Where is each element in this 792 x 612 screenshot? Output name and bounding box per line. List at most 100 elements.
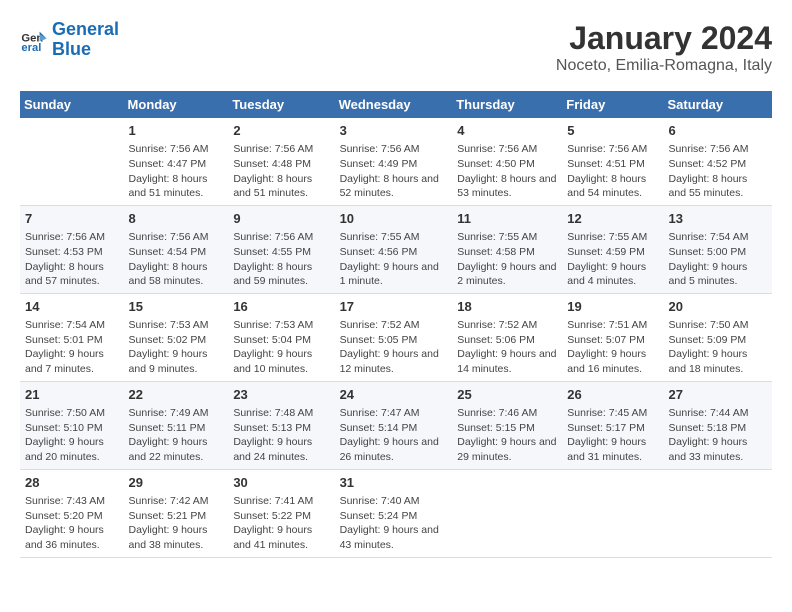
week-row-2: 14 Sunrise: 7:54 AMSunset: 5:01 PMDaylig… bbox=[20, 293, 772, 381]
week-row-0: 1 Sunrise: 7:56 AMSunset: 4:47 PMDayligh… bbox=[20, 118, 772, 205]
calendar-table: Sunday Monday Tuesday Wednesday Thursday… bbox=[20, 91, 772, 558]
day-number: 9 bbox=[233, 210, 329, 228]
cell-w1-d1: 8 Sunrise: 7:56 AMSunset: 4:54 PMDayligh… bbox=[124, 205, 229, 293]
day-number: 29 bbox=[129, 474, 224, 492]
col-friday: Friday bbox=[562, 91, 663, 118]
logo-icon: Gen eral bbox=[20, 26, 48, 54]
day-number: 25 bbox=[457, 386, 557, 404]
cell-w2-d2: 16 Sunrise: 7:53 AMSunset: 5:04 PMDaylig… bbox=[228, 293, 334, 381]
day-number: 27 bbox=[669, 386, 767, 404]
day-number: 14 bbox=[25, 298, 119, 316]
day-number: 7 bbox=[25, 210, 119, 228]
day-info: Sunrise: 7:47 AMSunset: 5:14 PMDaylight:… bbox=[340, 406, 448, 465]
day-info: Sunrise: 7:55 AMSunset: 4:58 PMDaylight:… bbox=[457, 230, 557, 289]
day-info: Sunrise: 7:42 AMSunset: 5:21 PMDaylight:… bbox=[129, 494, 224, 553]
cell-w1-d3: 10 Sunrise: 7:55 AMSunset: 4:56 PMDaylig… bbox=[335, 205, 453, 293]
cell-w3-d4: 25 Sunrise: 7:46 AMSunset: 5:15 PMDaylig… bbox=[452, 381, 562, 469]
week-row-1: 7 Sunrise: 7:56 AMSunset: 4:53 PMDayligh… bbox=[20, 205, 772, 293]
day-info: Sunrise: 7:55 AMSunset: 4:59 PMDaylight:… bbox=[567, 230, 658, 289]
day-info: Sunrise: 7:54 AMSunset: 5:01 PMDaylight:… bbox=[25, 318, 119, 377]
col-saturday: Saturday bbox=[664, 91, 772, 118]
cell-w1-d0: 7 Sunrise: 7:56 AMSunset: 4:53 PMDayligh… bbox=[20, 205, 124, 293]
cell-w0-d5: 5 Sunrise: 7:56 AMSunset: 4:51 PMDayligh… bbox=[562, 118, 663, 205]
title-block: January 2024 Noceto, Emilia-Romagna, Ita… bbox=[556, 20, 772, 75]
cell-w0-d6: 6 Sunrise: 7:56 AMSunset: 4:52 PMDayligh… bbox=[664, 118, 772, 205]
week-row-3: 21 Sunrise: 7:50 AMSunset: 5:10 PMDaylig… bbox=[20, 381, 772, 469]
header-row: Sunday Monday Tuesday Wednesday Thursday… bbox=[20, 91, 772, 118]
day-number: 18 bbox=[457, 298, 557, 316]
day-number: 5 bbox=[567, 122, 658, 140]
day-info: Sunrise: 7:40 AMSunset: 5:24 PMDaylight:… bbox=[340, 494, 448, 553]
day-info: Sunrise: 7:56 AMSunset: 4:54 PMDaylight:… bbox=[129, 230, 224, 289]
day-number: 12 bbox=[567, 210, 658, 228]
cell-w1-d2: 9 Sunrise: 7:56 AMSunset: 4:55 PMDayligh… bbox=[228, 205, 334, 293]
cell-w3-d5: 26 Sunrise: 7:45 AMSunset: 5:17 PMDaylig… bbox=[562, 381, 663, 469]
day-info: Sunrise: 7:52 AMSunset: 5:05 PMDaylight:… bbox=[340, 318, 448, 377]
cell-w2-d6: 20 Sunrise: 7:50 AMSunset: 5:09 PMDaylig… bbox=[664, 293, 772, 381]
day-number: 15 bbox=[129, 298, 224, 316]
col-monday: Monday bbox=[124, 91, 229, 118]
page-header: Gen eral General Blue January 2024 Nocet… bbox=[20, 20, 772, 75]
col-tuesday: Tuesday bbox=[228, 91, 334, 118]
cell-w2-d5: 19 Sunrise: 7:51 AMSunset: 5:07 PMDaylig… bbox=[562, 293, 663, 381]
day-number: 13 bbox=[669, 210, 767, 228]
day-info: Sunrise: 7:49 AMSunset: 5:11 PMDaylight:… bbox=[129, 406, 224, 465]
day-info: Sunrise: 7:55 AMSunset: 4:56 PMDaylight:… bbox=[340, 230, 448, 289]
cell-w4-d5 bbox=[562, 469, 663, 557]
logo-general: General bbox=[52, 19, 119, 39]
day-info: Sunrise: 7:56 AMSunset: 4:51 PMDaylight:… bbox=[567, 142, 658, 201]
cell-w4-d3: 31 Sunrise: 7:40 AMSunset: 5:24 PMDaylig… bbox=[335, 469, 453, 557]
cell-w0-d0 bbox=[20, 118, 124, 205]
cell-w2-d1: 15 Sunrise: 7:53 AMSunset: 5:02 PMDaylig… bbox=[124, 293, 229, 381]
cell-w4-d2: 30 Sunrise: 7:41 AMSunset: 5:22 PMDaylig… bbox=[228, 469, 334, 557]
col-wednesday: Wednesday bbox=[335, 91, 453, 118]
cell-w3-d0: 21 Sunrise: 7:50 AMSunset: 5:10 PMDaylig… bbox=[20, 381, 124, 469]
subtitle: Noceto, Emilia-Romagna, Italy bbox=[556, 57, 772, 75]
cell-w4-d6 bbox=[664, 469, 772, 557]
day-number: 17 bbox=[340, 298, 448, 316]
day-info: Sunrise: 7:48 AMSunset: 5:13 PMDaylight:… bbox=[233, 406, 329, 465]
day-info: Sunrise: 7:44 AMSunset: 5:18 PMDaylight:… bbox=[669, 406, 767, 465]
cell-w4-d1: 29 Sunrise: 7:42 AMSunset: 5:21 PMDaylig… bbox=[124, 469, 229, 557]
svg-text:eral: eral bbox=[21, 42, 41, 54]
day-info: Sunrise: 7:56 AMSunset: 4:55 PMDaylight:… bbox=[233, 230, 329, 289]
day-number: 23 bbox=[233, 386, 329, 404]
cell-w0-d1: 1 Sunrise: 7:56 AMSunset: 4:47 PMDayligh… bbox=[124, 118, 229, 205]
day-info: Sunrise: 7:56 AMSunset: 4:47 PMDaylight:… bbox=[129, 142, 224, 201]
cell-w3-d2: 23 Sunrise: 7:48 AMSunset: 5:13 PMDaylig… bbox=[228, 381, 334, 469]
day-number: 28 bbox=[25, 474, 119, 492]
logo-text: General Blue bbox=[52, 20, 119, 60]
cell-w4-d4 bbox=[452, 469, 562, 557]
day-number: 6 bbox=[669, 122, 767, 140]
day-number: 30 bbox=[233, 474, 329, 492]
day-number: 19 bbox=[567, 298, 658, 316]
day-number: 11 bbox=[457, 210, 557, 228]
day-info: Sunrise: 7:46 AMSunset: 5:15 PMDaylight:… bbox=[457, 406, 557, 465]
day-info: Sunrise: 7:51 AMSunset: 5:07 PMDaylight:… bbox=[567, 318, 658, 377]
cell-w2-d0: 14 Sunrise: 7:54 AMSunset: 5:01 PMDaylig… bbox=[20, 293, 124, 381]
day-number: 20 bbox=[669, 298, 767, 316]
day-info: Sunrise: 7:50 AMSunset: 5:10 PMDaylight:… bbox=[25, 406, 119, 465]
day-number: 1 bbox=[129, 122, 224, 140]
day-info: Sunrise: 7:53 AMSunset: 5:02 PMDaylight:… bbox=[129, 318, 224, 377]
day-number: 16 bbox=[233, 298, 329, 316]
logo-blue: Blue bbox=[52, 39, 91, 59]
day-number: 8 bbox=[129, 210, 224, 228]
day-number: 10 bbox=[340, 210, 448, 228]
day-info: Sunrise: 7:56 AMSunset: 4:50 PMDaylight:… bbox=[457, 142, 557, 201]
cell-w1-d6: 13 Sunrise: 7:54 AMSunset: 5:00 PMDaylig… bbox=[664, 205, 772, 293]
day-info: Sunrise: 7:43 AMSunset: 5:20 PMDaylight:… bbox=[25, 494, 119, 553]
cell-w0-d4: 4 Sunrise: 7:56 AMSunset: 4:50 PMDayligh… bbox=[452, 118, 562, 205]
col-thursday: Thursday bbox=[452, 91, 562, 118]
day-number: 31 bbox=[340, 474, 448, 492]
day-info: Sunrise: 7:56 AMSunset: 4:53 PMDaylight:… bbox=[25, 230, 119, 289]
cell-w1-d4: 11 Sunrise: 7:55 AMSunset: 4:58 PMDaylig… bbox=[452, 205, 562, 293]
day-info: Sunrise: 7:45 AMSunset: 5:17 PMDaylight:… bbox=[567, 406, 658, 465]
cell-w2-d4: 18 Sunrise: 7:52 AMSunset: 5:06 PMDaylig… bbox=[452, 293, 562, 381]
day-info: Sunrise: 7:56 AMSunset: 4:52 PMDaylight:… bbox=[669, 142, 767, 201]
cell-w3-d3: 24 Sunrise: 7:47 AMSunset: 5:14 PMDaylig… bbox=[335, 381, 453, 469]
day-info: Sunrise: 7:54 AMSunset: 5:00 PMDaylight:… bbox=[669, 230, 767, 289]
day-number: 3 bbox=[340, 122, 448, 140]
cell-w0-d2: 2 Sunrise: 7:56 AMSunset: 4:48 PMDayligh… bbox=[228, 118, 334, 205]
week-row-4: 28 Sunrise: 7:43 AMSunset: 5:20 PMDaylig… bbox=[20, 469, 772, 557]
